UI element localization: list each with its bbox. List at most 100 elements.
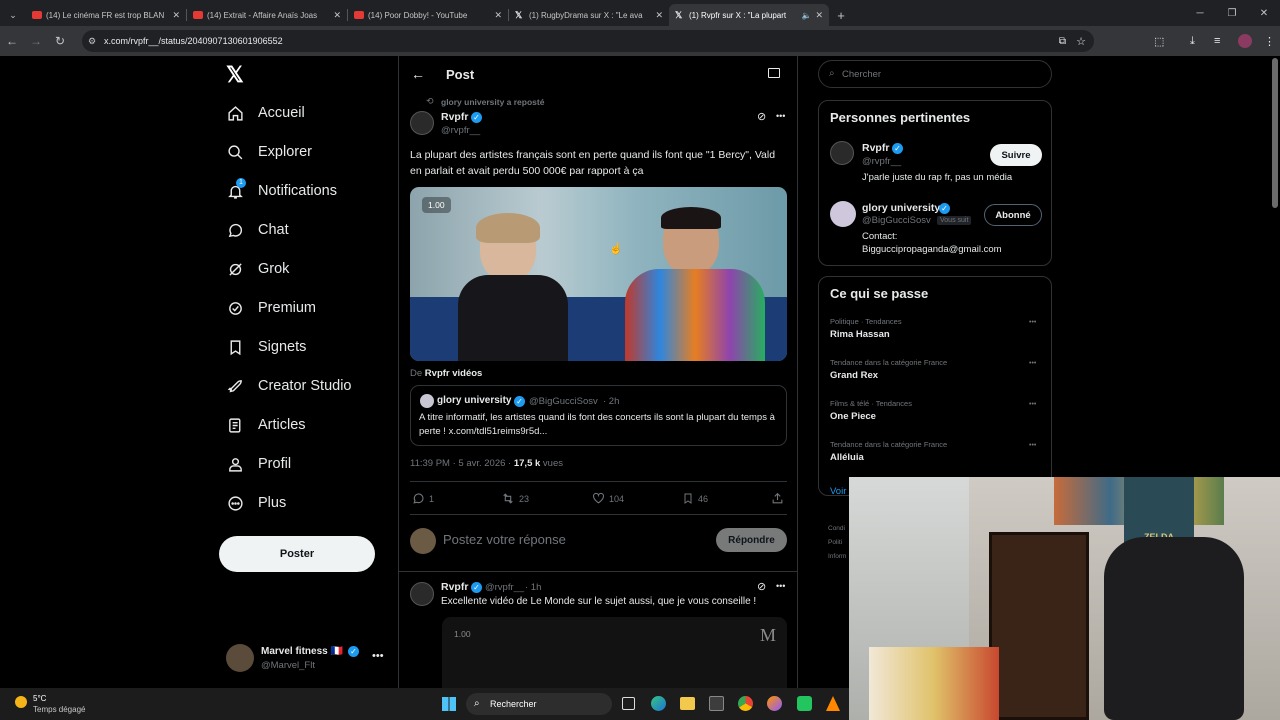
- more-icon[interactable]: •••: [1029, 319, 1036, 326]
- x-logo-icon[interactable]: 𝕏: [226, 62, 244, 88]
- more-icon[interactable]: •••: [776, 581, 785, 591]
- forward-icon[interactable]: →: [24, 34, 48, 48]
- install-app-icon[interactable]: ⧉: [1059, 36, 1066, 47]
- download-icon[interactable]: ⤓: [1190, 35, 1195, 48]
- sidebar-item-explorer[interactable]: Explorer: [226, 143, 312, 161]
- app-icon[interactable]: [797, 696, 812, 711]
- edge-icon[interactable]: [651, 696, 666, 711]
- avatar[interactable]: [830, 141, 854, 165]
- minimize-button[interactable]: ─: [1184, 8, 1216, 19]
- browser-tab-active[interactable]: 𝕏 (1) Rvpfr sur X : "La plupart 🔈 ✕: [669, 4, 829, 26]
- windows-start-icon[interactable]: [442, 697, 456, 711]
- reply-button[interactable]: Répondre: [716, 528, 787, 552]
- close-icon[interactable]: ✕: [494, 10, 502, 21]
- trend-item[interactable]: Politique · Tendances Rima Hassan •••: [819, 317, 1053, 358]
- sidebar-item-profil[interactable]: Profil: [226, 455, 291, 473]
- reload-icon[interactable]: ↻: [48, 34, 72, 48]
- extensions-icon[interactable]: ⬚: [1154, 35, 1164, 48]
- back-icon[interactable]: ←: [0, 34, 24, 48]
- close-icon[interactable]: ✕: [172, 10, 180, 21]
- back-arrow-icon[interactable]: ←: [411, 66, 425, 82]
- post-button[interactable]: Poster: [219, 536, 375, 572]
- bookmark-action[interactable]: 46: [682, 492, 708, 505]
- speaker-icon[interactable]: 🔈: [801, 11, 811, 20]
- reply-action[interactable]: 1: [412, 492, 434, 505]
- browser-tab[interactable]: (14) Extrait - Affaire Anaïs Joas ✕: [187, 4, 347, 26]
- browser-tab[interactable]: 𝕏 (1) RugbyDrama sur X : "Le ava ✕: [509, 4, 669, 26]
- person-name[interactable]: glory university: [862, 202, 940, 214]
- vlc-icon[interactable]: [826, 696, 840, 711]
- profile-avatar[interactable]: [1238, 34, 1252, 48]
- sidebar-item-chat[interactable]: Chat: [226, 221, 289, 239]
- menu-icon[interactable]: ⋮: [1264, 35, 1275, 48]
- reply-video[interactable]: 1.00 M: [442, 617, 787, 696]
- avatar[interactable]: [410, 582, 434, 606]
- repost-action[interactable]: 23: [501, 492, 529, 505]
- sidebar-item-articles[interactable]: Articles: [226, 416, 306, 434]
- post-handle[interactable]: @rvpfr__: [441, 125, 480, 136]
- trend-item[interactable]: Tendance dans la catégorie France Grand …: [819, 358, 1053, 399]
- footer-link[interactable]: Inform: [828, 550, 846, 564]
- store-icon[interactable]: [709, 696, 724, 711]
- sidebar-item-plus[interactable]: Plus: [226, 494, 286, 512]
- more-icon[interactable]: •••: [1029, 360, 1036, 367]
- close-icon[interactable]: ✕: [815, 10, 823, 21]
- post-video[interactable]: 1.00: [410, 187, 787, 361]
- avatar[interactable]: [410, 111, 434, 135]
- site-info-icon[interactable]: ⚙: [88, 36, 96, 47]
- sidebar-item-creator-studio[interactable]: Creator Studio: [226, 377, 352, 395]
- browser-tab[interactable]: (14) Le cinéma FR est trop BLAN ✕: [26, 4, 186, 26]
- trend-item[interactable]: Films & télé · Tendances One Piece •••: [819, 399, 1053, 440]
- star-icon[interactable]: ☆: [1076, 35, 1086, 48]
- grok-icon[interactable]: ⊘: [757, 110, 766, 123]
- window-close-button[interactable]: ✕: [1248, 8, 1280, 19]
- account-switcher[interactable]: Marvel fitness 🇫🇷 ✓ @Marvel_Flt •••: [226, 644, 386, 674]
- weather-icon[interactable]: [15, 696, 27, 708]
- grok-icon[interactable]: ⊘: [757, 580, 766, 593]
- sidebar-item-accueil[interactable]: Accueil: [226, 104, 305, 122]
- reply-input[interactable]: Postez votre réponse: [443, 532, 566, 547]
- more-icon[interactable]: •••: [1029, 401, 1036, 408]
- firefox-icon[interactable]: [767, 696, 782, 711]
- person-name[interactable]: Rvpfr: [862, 142, 889, 154]
- post-timestamp[interactable]: 11:39 PM · 5 avr. 2026 ·: [410, 458, 511, 469]
- close-icon[interactable]: ✕: [333, 10, 341, 21]
- more-icon[interactable]: •••: [372, 650, 384, 662]
- media-icon[interactable]: ≡: [1214, 35, 1220, 47]
- page-scrollbar[interactable]: [1272, 58, 1278, 208]
- quoted-post[interactable]: glory university ✓ @BigGucciSosv · 2h A …: [410, 385, 787, 446]
- task-view-icon[interactable]: [622, 697, 635, 710]
- search-box[interactable]: ⌕ Chercher: [818, 60, 1052, 88]
- close-icon[interactable]: ✕: [655, 10, 663, 21]
- new-tab-button[interactable]: +: [829, 8, 853, 23]
- more-icon[interactable]: •••: [1029, 442, 1036, 449]
- post-author[interactable]: Rvpfr: [441, 111, 468, 123]
- reply-handle[interactable]: @rvpfr__: [485, 582, 524, 593]
- avatar[interactable]: [830, 201, 856, 227]
- tab-search-button[interactable]: ⌄: [0, 10, 26, 21]
- sidebar-item-premium[interactable]: Premium: [226, 299, 316, 317]
- video-speed-badge[interactable]: 1.00: [422, 197, 451, 213]
- sidebar-item-grok[interactable]: Grok: [226, 260, 289, 278]
- reader-view-icon[interactable]: [768, 68, 780, 78]
- file-explorer-icon[interactable]: [680, 697, 695, 710]
- follow-button[interactable]: Suivre: [990, 144, 1042, 166]
- show-more-link[interactable]: Voir: [830, 486, 846, 497]
- footer-link[interactable]: Politi: [828, 536, 846, 550]
- maximize-button[interactable]: ❐: [1216, 8, 1248, 19]
- like-action[interactable]: 104: [592, 492, 624, 505]
- chrome-icon[interactable]: [738, 696, 753, 711]
- footer-link[interactable]: Condi: [828, 522, 846, 536]
- share-action[interactable]: [771, 492, 784, 510]
- following-button[interactable]: Abonné: [984, 204, 1042, 226]
- sidebar-item-signets[interactable]: Signets: [226, 338, 306, 356]
- sidebar-item-notifications[interactable]: 1 Notifications: [226, 178, 337, 200]
- video-source-link[interactable]: Rvpfr vidéos: [425, 368, 483, 379]
- browser-tab[interactable]: (14) Poor Dobby! - YouTube ✕: [348, 4, 508, 26]
- video-speed-badge[interactable]: 1.00: [454, 629, 471, 639]
- taskbar-search[interactable]: ⌕ Rechercher: [466, 693, 612, 715]
- more-icon[interactable]: •••: [776, 111, 785, 121]
- address-bar[interactable]: ⚙ x.com/rvpfr__/status/20409071306019065…: [82, 30, 1094, 52]
- trend-item[interactable]: Tendance dans la catégorie France Allélu…: [819, 440, 1053, 481]
- reply-author[interactable]: Rvpfr: [441, 581, 468, 593]
